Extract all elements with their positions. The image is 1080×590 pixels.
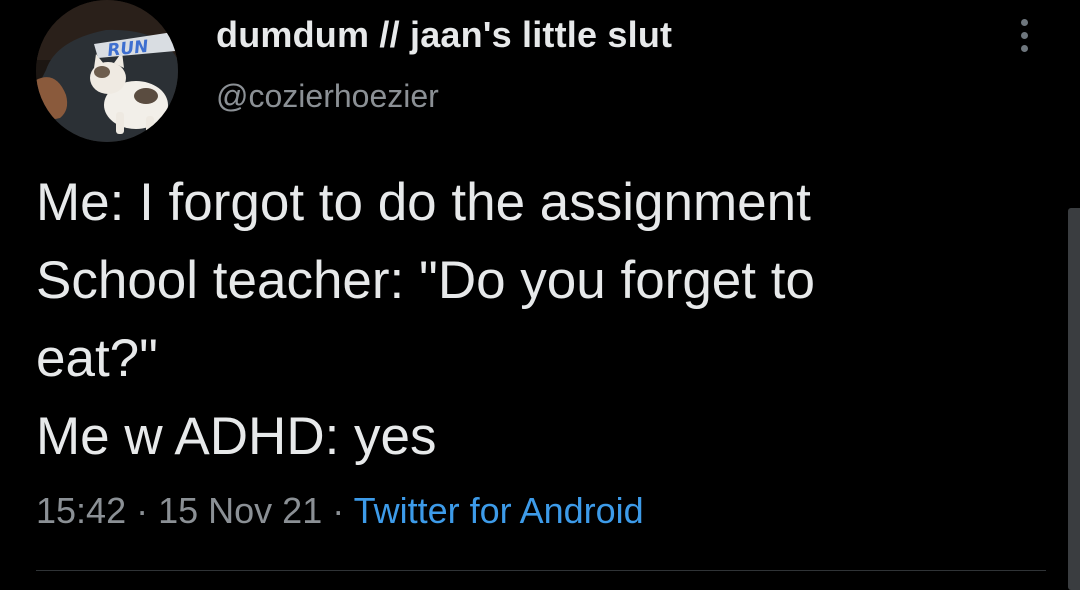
tweet-meta: 15:42 · 15 Nov 21 · Twitter for Android [36,490,644,532]
avatar-shirt-text: RUN [106,37,149,61]
meta-separator: · [332,490,354,531]
tweet-time[interactable]: 15:42 [36,490,126,531]
more-vertical-icon [1020,44,1028,52]
meta-separator: · [136,490,159,531]
tweet-source-link[interactable]: Twitter for Android [354,490,644,531]
more-vertical-icon [1020,18,1028,26]
more-vertical-icon [1020,31,1028,39]
tweet-date[interactable]: 15 Nov 21 [158,490,322,531]
more-options-button[interactable] [1008,12,1040,58]
author-handle[interactable]: @cozierhoezier [216,78,439,115]
tweet-text-line: Me w ADHD: yes [36,407,437,466]
tweet-text-line: eat?" [36,329,158,388]
divider [36,570,1046,571]
author-display-name[interactable]: dumdum // jaan's little slut [216,14,672,56]
avatar[interactable]: RUN [36,0,178,142]
tweet-text-line: School teacher: "Do you forget to [36,251,815,310]
avatar-photo: RUN [36,0,178,142]
tweet-text-line: Me: I forgot to do the assignment [36,173,811,232]
tweet-text: Me: I forgot to do the assignment School… [36,164,1016,476]
tweet: RUN dumdum // jaan's little slut @cozier… [0,0,1080,590]
scrollbar[interactable] [1068,208,1080,590]
